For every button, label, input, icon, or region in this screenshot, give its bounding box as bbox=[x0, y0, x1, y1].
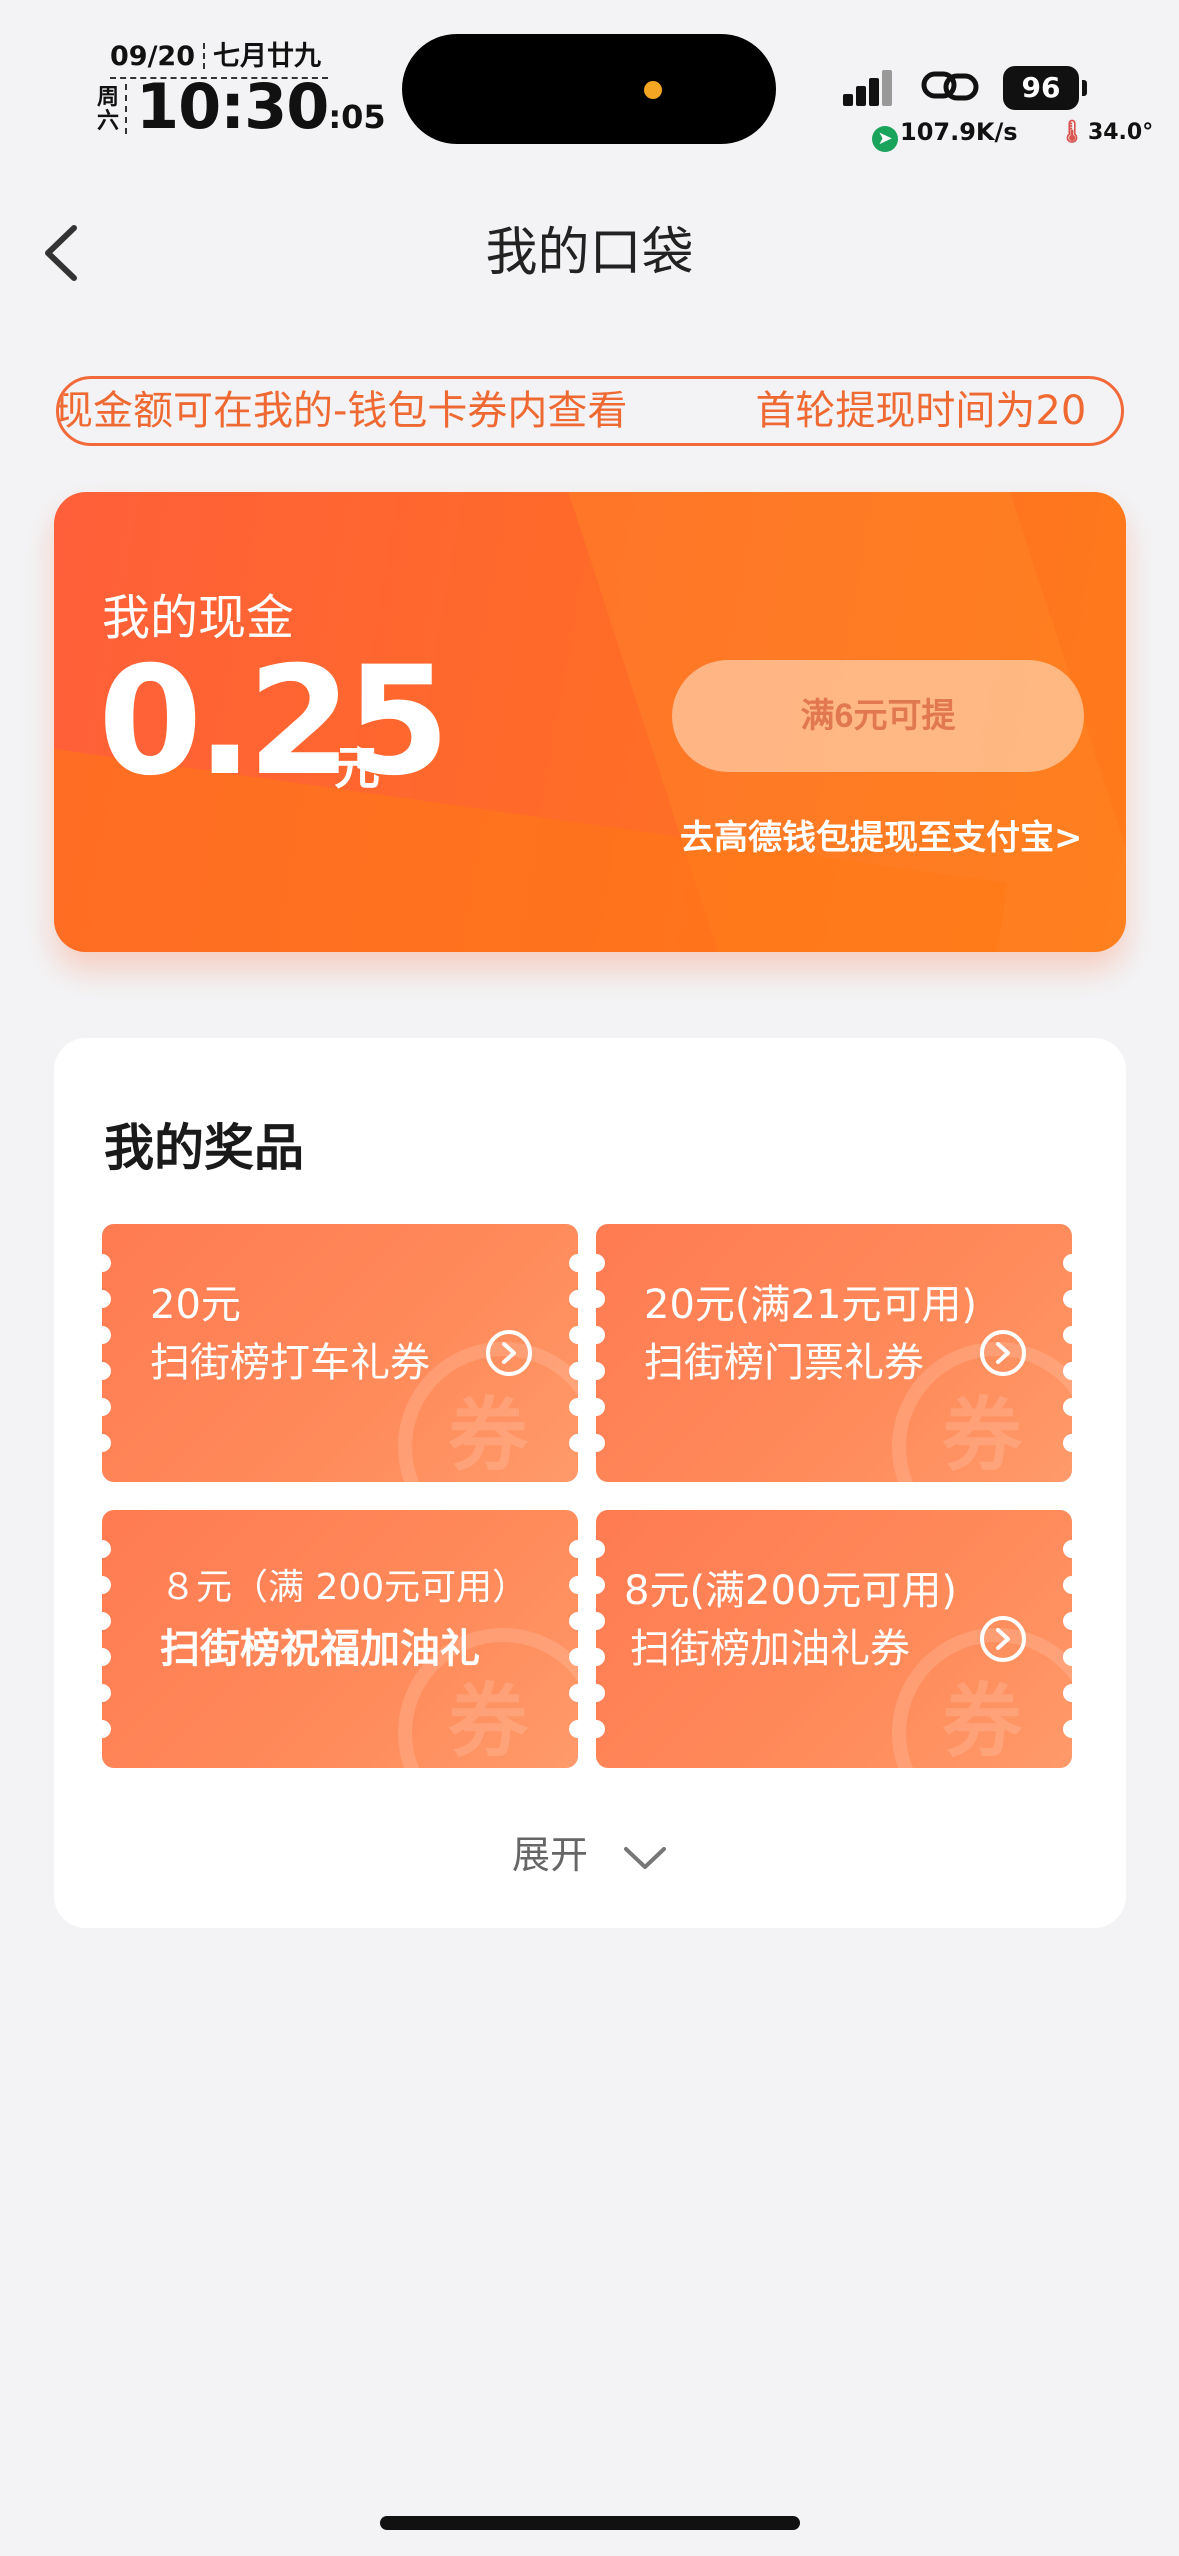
coupon-name: 扫街榜打车礼券 bbox=[150, 1340, 430, 1386]
cash-card: 我的现金 0.25 元 满6元可提 去高德钱包提现至支付宝> bbox=[54, 492, 1126, 952]
coupon-value: 20元 bbox=[150, 1282, 241, 1328]
page-title: 我的口袋 bbox=[485, 223, 694, 283]
status-time: 10:30 bbox=[136, 70, 329, 143]
prizes-title: 我的奖品 bbox=[104, 1119, 304, 1177]
expand-button[interactable]: 展开 bbox=[54, 1824, 1126, 1879]
privacy-indicator-dot bbox=[644, 81, 662, 99]
withdraw-button[interactable]: 满6元可提 bbox=[672, 660, 1084, 772]
location-arrow-icon: ➤ bbox=[872, 126, 898, 152]
coupon-card[interactable]: 券 20元 扫街榜打车礼券 bbox=[102, 1224, 578, 1482]
wallet-withdraw-link[interactable]: 去高德钱包提现至支付宝> bbox=[680, 810, 1083, 859]
back-arrow-icon[interactable] bbox=[40, 218, 90, 288]
thermometer-icon: 🌡 bbox=[1058, 120, 1086, 145]
coupon-name: 扫街榜祝福加油礼 bbox=[160, 1626, 480, 1672]
chevron-right-circle-icon[interactable] bbox=[980, 1330, 1026, 1376]
expand-label: 展开 bbox=[511, 1833, 588, 1877]
status-weekday: 周六 bbox=[96, 85, 119, 134]
temperature-text: 34.0° bbox=[1087, 120, 1154, 145]
chevron-right-circle-icon[interactable] bbox=[980, 1616, 1026, 1662]
coupon-value: 8元(满200元可用) bbox=[624, 1568, 958, 1614]
network-speed-text: 107.9K/s bbox=[900, 118, 1018, 146]
link-icon bbox=[921, 71, 979, 101]
status-lunar-date: 七月廿九 bbox=[213, 41, 322, 72]
home-indicator[interactable] bbox=[380, 2516, 800, 2530]
notice-marquee: 现金额可在我的-钱包卡券内查看 首轮提现时间为20 bbox=[56, 376, 1124, 446]
coupon-name: 扫街榜门票礼券 bbox=[644, 1340, 924, 1386]
cellular-signal-icon bbox=[843, 70, 893, 106]
cash-amount: 0.25 bbox=[98, 635, 450, 809]
chevron-right-circle-icon[interactable] bbox=[486, 1330, 532, 1376]
notice-text-1: 现金额可在我的-钱包卡券内查看 bbox=[56, 388, 628, 434]
coupon-value: 20元(满21元可用) bbox=[644, 1282, 978, 1328]
status-clock: 10:30:05 bbox=[136, 72, 386, 152]
coupon-card[interactable]: 券 8元(满200元可用) 扫街榜加油礼券 bbox=[596, 1510, 1072, 1768]
status-date-text: 09/20 bbox=[110, 41, 196, 72]
status-bar: 09/20 七月廿九 周六 10:30:05 96 ➤ 107.9K/s 🌡34.0… bbox=[0, 0, 1179, 170]
coupon-card[interactable]: 券 ８元（满 200元可用） 扫街榜祝福加油礼 bbox=[102, 1510, 578, 1768]
battery-icon: 96 bbox=[1003, 66, 1079, 110]
cash-unit: 元 bbox=[334, 741, 380, 795]
chevron-down-icon bbox=[624, 1846, 667, 1869]
temperature: 🌡34.0° bbox=[1058, 120, 1153, 145]
notice-text-2: 首轮提现时间为20 bbox=[755, 388, 1087, 434]
coupon-name: 扫街榜加油礼券 bbox=[630, 1626, 910, 1672]
coupon-value: ８元（满 200元可用） bbox=[160, 1567, 529, 1608]
status-seconds: :05 bbox=[328, 98, 386, 136]
prizes-panel: 我的奖品 券 20元 扫街榜打车礼券 券 20元(满21元可用) 扫街榜门票礼券… bbox=[54, 1038, 1126, 1928]
dynamic-island bbox=[402, 34, 776, 144]
coupon-card[interactable]: 券 20元(满21元可用) 扫街榜门票礼券 bbox=[596, 1224, 1072, 1482]
network-speed: ➤ 107.9K/s bbox=[872, 118, 1018, 152]
